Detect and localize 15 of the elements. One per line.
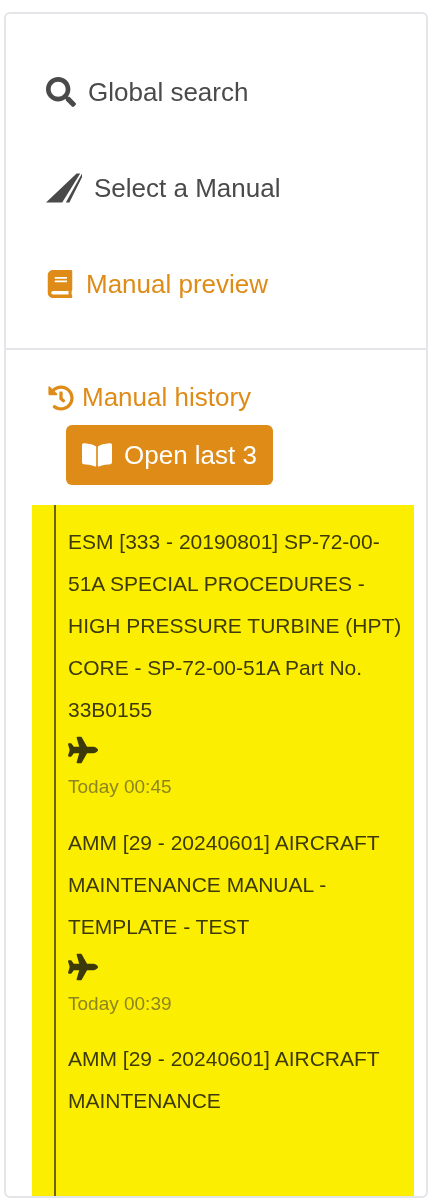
history-entry-link[interactable]: AMM [29 - 20240601] AIRCRAFT MAINTENANCE xyxy=(68,1038,406,1122)
history-time: Today 00:45 xyxy=(68,775,173,799)
slanted-stripes-icon xyxy=(46,173,82,203)
nav-link[interactable]: Global search xyxy=(6,44,426,140)
history-icon xyxy=(48,384,74,411)
history-entry-link[interactable]: AMM [29 - 20240601] AIRCRAFT MAINTENANCE MANUAL - TEMPLATE - TEST xyxy=(68,821,406,948)
plane-icon xyxy=(68,735,98,765)
nav-link[interactable]: Select a Manual xyxy=(6,140,426,236)
section-heading: Manual history xyxy=(82,381,252,414)
open-book-icon xyxy=(82,440,112,470)
plane-icon xyxy=(68,951,98,982)
history-entry-link[interactable]: ESM [333 - 20190801] SP-72-00-51A SPECIAL PROCEDURES - HIGH PRESSURE TURBINE (HPT) CORE - SP-72-00-51A Part No. 33B0155 xyxy=(68,521,406,731)
search-icon xyxy=(46,77,76,107)
book-icon xyxy=(46,270,74,298)
history-time: Today 00:39 xyxy=(68,991,173,1016)
